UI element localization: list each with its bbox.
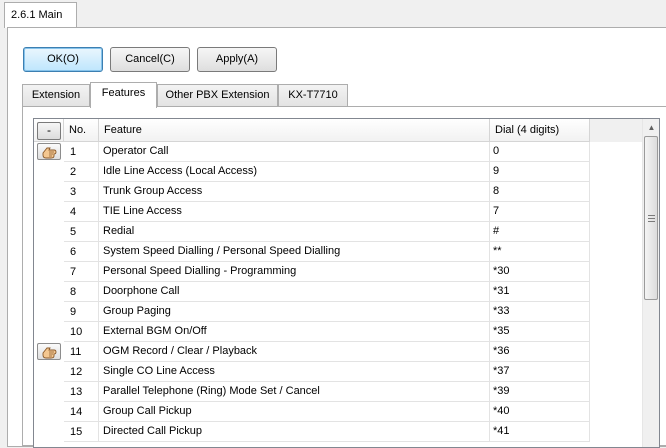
table-row[interactable]: 7 Personal Speed Dialling - Programming *3… [34, 262, 624, 282]
row-button-cell [34, 142, 64, 162]
row-dial[interactable]: 7 [490, 202, 590, 222]
row-dial[interactable]: ** [490, 242, 590, 262]
row-button-cell [34, 402, 64, 422]
hand-icon[interactable] [37, 343, 61, 360]
row-no: 5 [64, 222, 99, 242]
row-feature: Group Paging [99, 302, 490, 322]
row-feature: Single CO Line Access [99, 362, 490, 382]
row-no: 10 [64, 322, 99, 342]
row-button-cell [34, 162, 64, 182]
row-feature: Doorphone Call [99, 282, 490, 302]
row-feature: Idle Line Access (Local Access) [99, 162, 490, 182]
row-no: 7 [64, 262, 99, 282]
row-dial[interactable]: # [490, 222, 590, 242]
vertical-scrollbar[interactable]: ▲ [642, 119, 659, 447]
row-feature: Group Call Pickup [99, 402, 490, 422]
table-row[interactable]: 3 Trunk Group Access 8 [34, 182, 624, 202]
row-feature: Parallel Telephone (Ring) Mode Set / Can… [99, 382, 490, 402]
cancel-button[interactable]: Cancel(C) [110, 47, 190, 72]
row-no: 11 [64, 342, 99, 362]
row-no: 9 [64, 302, 99, 322]
row-dial[interactable]: *37 [490, 362, 590, 382]
row-dial[interactable]: *39 [490, 382, 590, 402]
table-row[interactable]: 5 Redial # [34, 222, 624, 242]
row-feature: Operator Call [99, 142, 490, 162]
row-dial[interactable]: *31 [490, 282, 590, 302]
row-button-cell [34, 182, 64, 202]
table-row[interactable]: 8 Doorphone Call *31 [34, 282, 624, 302]
row-no: 8 [64, 282, 99, 302]
row-no: 15 [64, 422, 99, 442]
row-dial[interactable]: *35 [490, 322, 590, 342]
row-feature: Trunk Group Access [99, 182, 490, 202]
row-no: 13 [64, 382, 99, 402]
row-feature: Redial [99, 222, 490, 242]
row-feature: Directed Call Pickup [99, 422, 490, 442]
row-button-cell [34, 282, 64, 302]
grid-header: - No. Feature Dial (4 digits) [34, 119, 644, 142]
row-no: 4 [64, 202, 99, 222]
table-row[interactable]: 13 Parallel Telephone (Ring) Mode Set / C… [34, 382, 624, 402]
row-feature: TIE Line Access [99, 202, 490, 222]
row-feature: External BGM On/Off [99, 322, 490, 342]
row-no: 14 [64, 402, 99, 422]
row-dial[interactable]: *33 [490, 302, 590, 322]
table-row[interactable]: 10 External BGM On/Off *35 [34, 322, 624, 342]
row-dial[interactable]: 9 [490, 162, 590, 182]
row-dial[interactable]: *36 [490, 342, 590, 362]
row-no: 2 [64, 162, 99, 182]
hand-icon[interactable] [37, 143, 61, 160]
row-button-cell [34, 322, 64, 342]
tab-extension[interactable]: Extension [22, 84, 90, 106]
table-row[interactable]: 9 Group Paging *33 [34, 302, 624, 322]
row-button-cell [34, 202, 64, 222]
header-filler [590, 119, 644, 142]
row-dial[interactable]: 8 [490, 182, 590, 202]
tab-kx-t7710[interactable]: KX-T7710 [278, 84, 348, 106]
table-row[interactable]: 15 Directed Call Pickup *41 [34, 422, 624, 442]
row-button-cell [34, 342, 64, 362]
row-feature: Personal Speed Dialling - Programming [99, 262, 490, 282]
row-dial[interactable]: *41 [490, 422, 590, 442]
row-no: 1 [64, 142, 99, 162]
apply-button[interactable]: Apply(A) [197, 47, 277, 72]
table-row[interactable]: 11 OGM Record / Clear / Playback *36 [34, 342, 624, 362]
header-no[interactable]: No. [64, 119, 99, 142]
table-row[interactable]: 4 TIE Line Access 7 [34, 202, 624, 222]
row-button-cell [34, 262, 64, 282]
scroll-thumb[interactable] [644, 136, 658, 300]
row-button-cell [34, 382, 64, 402]
row-no: 12 [64, 362, 99, 382]
header-feature[interactable]: Feature [99, 119, 490, 142]
row-dial[interactable]: *40 [490, 402, 590, 422]
row-button-cell [34, 422, 64, 442]
table-row[interactable]: 2 Idle Line Access (Local Access) 9 [34, 162, 624, 182]
table-row[interactable]: 6 System Speed Dialling / Personal Speed … [34, 242, 624, 262]
row-button-cell [34, 222, 64, 242]
row-dial[interactable]: *30 [490, 262, 590, 282]
row-button-cell [34, 362, 64, 382]
row-no: 6 [64, 242, 99, 262]
row-button-cell [34, 302, 64, 322]
table-row[interactable]: 12 Single CO Line Access *37 [34, 362, 624, 382]
row-dial[interactable]: 0 [490, 142, 590, 162]
ok-button[interactable]: OK(O) [23, 47, 103, 72]
header-dial[interactable]: Dial (4 digits) [490, 119, 590, 142]
row-button-cell [34, 242, 64, 262]
tab-main[interactable]: 2.6.1 Main [4, 2, 77, 28]
row-feature: OGM Record / Clear / Playback [99, 342, 490, 362]
collapse-button[interactable]: - [37, 122, 61, 140]
tab-features[interactable]: Features [90, 82, 157, 108]
scroll-up-icon[interactable]: ▲ [643, 119, 659, 136]
row-feature: System Speed Dialling / Personal Speed D… [99, 242, 490, 262]
row-no: 3 [64, 182, 99, 202]
header-button-cell: - [34, 119, 64, 142]
tab-other-pbx-extension[interactable]: Other PBX Extension [157, 84, 278, 106]
table-row[interactable]: 1 Operator Call 0 [34, 142, 624, 162]
features-grid: - No. Feature Dial (4 digits) 1 Operator … [33, 118, 660, 448]
table-row[interactable]: 14 Group Call Pickup *40 [34, 402, 624, 422]
